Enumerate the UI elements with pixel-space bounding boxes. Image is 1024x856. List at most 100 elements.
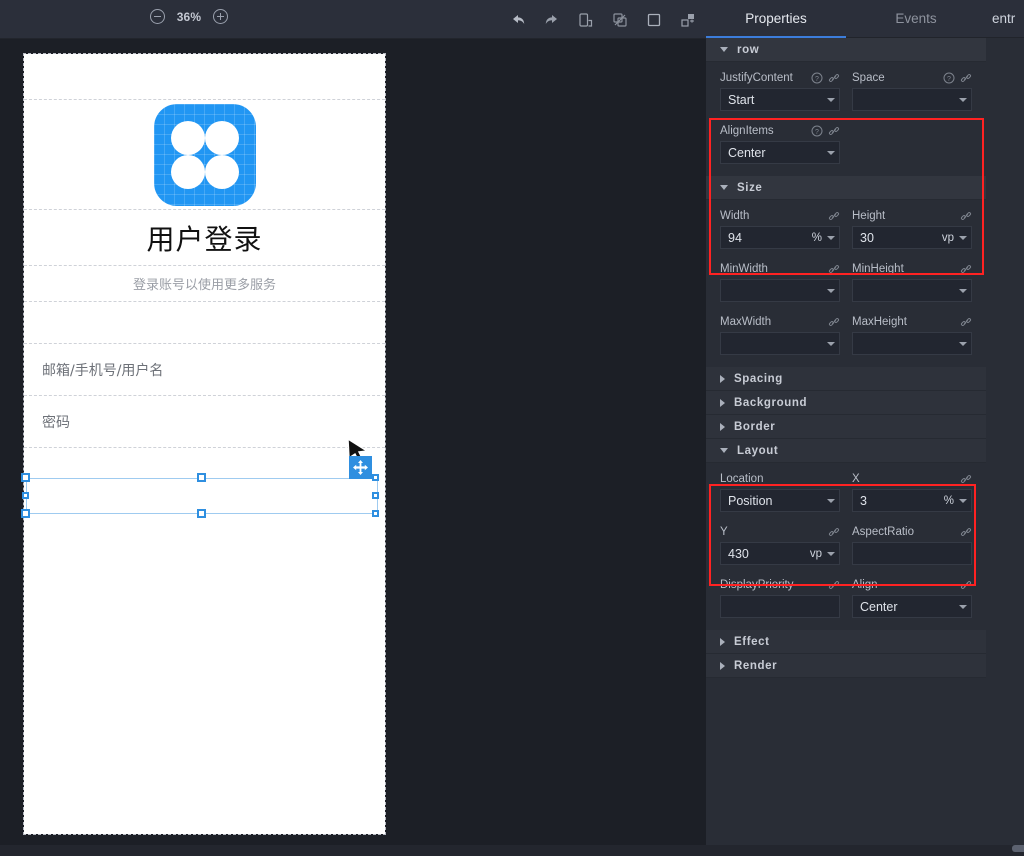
field-label: Location <box>720 473 763 485</box>
resize-handle-bottom-center[interactable] <box>197 509 206 518</box>
x-unit: % <box>944 495 954 507</box>
field-space: Space ? <box>846 68 978 121</box>
link-icon[interactable] <box>828 125 840 137</box>
right-side-strip: entr <box>986 0 1024 856</box>
link-icon[interactable] <box>960 526 972 538</box>
field-label: Height <box>852 210 885 222</box>
account-input-field[interactable]: 邮箱/手机号/用户名 <box>24 344 385 396</box>
resize-handle-middle-right[interactable] <box>372 492 379 499</box>
preview-title[interactable]: 用户登录 <box>24 210 385 266</box>
device-preview-icon[interactable] <box>576 10 596 30</box>
chevron-right-icon <box>720 423 725 431</box>
link-icon[interactable] <box>828 526 840 538</box>
maxwidth-input[interactable] <box>720 332 840 355</box>
field-label: MaxHeight <box>852 316 907 328</box>
link-icon[interactable] <box>828 210 840 222</box>
width-input[interactable]: 94% <box>720 226 840 249</box>
justifycontent-select[interactable]: Start <box>720 88 840 111</box>
field-label: Space <box>852 72 885 84</box>
aspectratio-input[interactable] <box>852 542 972 565</box>
resize-handle-bottom-right[interactable] <box>372 510 379 517</box>
chevron-down-icon <box>959 342 967 346</box>
height-input[interactable]: 30vp <box>852 226 972 249</box>
link-icon[interactable] <box>960 210 972 222</box>
zoom-control: 36% <box>150 9 228 24</box>
redo-icon[interactable] <box>542 10 562 30</box>
frame-icon[interactable] <box>644 10 664 30</box>
bottom-bar <box>0 845 1024 856</box>
preview-logo-row[interactable] <box>24 100 385 210</box>
link-icon[interactable] <box>960 316 972 328</box>
resize-handle-top-left[interactable] <box>21 473 30 482</box>
preview-top-spacer <box>24 54 385 100</box>
field-label: MinHeight <box>852 263 904 275</box>
preview-gap-row <box>24 302 385 344</box>
layout-fields: Location Position X 3% Y 430vp AspectRat… <box>706 463 986 630</box>
link-icon[interactable] <box>828 579 840 591</box>
phone-preview[interactable]: 用户登录 登录账号以使用更多服务 邮箱/手机号/用户名 密码 <box>24 54 385 834</box>
field-maxwidth: MaxWidth <box>714 312 846 365</box>
tab-entry[interactable]: entr <box>986 0 1024 38</box>
link-icon[interactable] <box>828 316 840 328</box>
space-select[interactable] <box>852 88 972 111</box>
section-header-component[interactable]: row <box>706 38 986 62</box>
align-select[interactable]: Center <box>852 595 972 618</box>
horizontal-scrollbar[interactable] <box>1012 845 1024 852</box>
multi-select-icon[interactable] <box>610 10 630 30</box>
alignitems-select[interactable]: Center <box>720 141 840 164</box>
component-fields: JustifyContent ? Start Space ? AlignItem… <box>706 62 986 176</box>
section-header-render[interactable]: Render <box>706 654 986 678</box>
logo-petal <box>205 121 239 155</box>
chevron-down-icon <box>720 185 728 190</box>
section-header-effect[interactable]: Effect <box>706 630 986 654</box>
preview-subtitle[interactable]: 登录账号以使用更多服务 <box>24 266 385 302</box>
tab-properties[interactable]: Properties <box>706 0 846 37</box>
section-header-border[interactable]: Border <box>706 415 986 439</box>
y-input[interactable]: 430vp <box>720 542 840 565</box>
tab-events[interactable]: Events <box>846 0 986 37</box>
link-icon[interactable] <box>960 263 972 275</box>
undo-icon[interactable] <box>508 10 528 30</box>
help-icon[interactable]: ? <box>811 72 823 84</box>
password-input-field[interactable]: 密码 <box>24 396 385 448</box>
maxheight-input[interactable] <box>852 332 972 355</box>
plus-circle-icon[interactable] <box>213 9 228 24</box>
minus-circle-icon[interactable] <box>150 9 165 24</box>
link-icon[interactable] <box>960 72 972 84</box>
field-label: MaxWidth <box>720 316 771 328</box>
resize-handle-top-right[interactable] <box>372 474 379 481</box>
component-icon[interactable] <box>678 10 698 30</box>
field-maxheight: MaxHeight <box>846 312 978 365</box>
section-label: Layout <box>737 445 778 457</box>
field-label: JustifyContent <box>720 72 793 84</box>
x-input[interactable]: 3% <box>852 489 972 512</box>
section-header-layout[interactable]: Layout <box>706 439 986 463</box>
help-icon[interactable]: ? <box>943 72 955 84</box>
component-name-label: row <box>737 44 759 56</box>
link-icon[interactable] <box>828 263 840 275</box>
section-label: Spacing <box>734 373 783 385</box>
resize-handle-top-center[interactable] <box>197 473 206 482</box>
section-header-spacing[interactable]: Spacing <box>706 367 986 391</box>
size-fields: Width 94% Height 30vp MinWidth MinHeight <box>706 200 986 367</box>
field-label: AlignItems <box>720 125 774 137</box>
field-x: X 3% <box>846 469 978 522</box>
section-header-size[interactable]: Size <box>706 176 986 200</box>
location-select[interactable]: Position <box>720 489 840 512</box>
chevron-down-icon <box>827 499 835 503</box>
section-header-background[interactable]: Background <box>706 391 986 415</box>
link-icon[interactable] <box>960 579 972 591</box>
field-y: Y 430vp <box>714 522 846 575</box>
field-location: Location Position <box>714 469 846 522</box>
link-icon[interactable] <box>828 72 840 84</box>
help-icon[interactable]: ? <box>811 125 823 137</box>
resize-handle-middle-left[interactable] <box>22 492 29 499</box>
minheight-input[interactable] <box>852 279 972 302</box>
y-unit: vp <box>810 548 822 560</box>
chevron-down-icon <box>827 342 835 346</box>
minwidth-input[interactable] <box>720 279 840 302</box>
resize-handle-bottom-left[interactable] <box>21 509 30 518</box>
displaypriority-input[interactable] <box>720 595 840 618</box>
canvas-area: 36% <box>0 0 706 856</box>
link-icon[interactable] <box>960 473 972 485</box>
